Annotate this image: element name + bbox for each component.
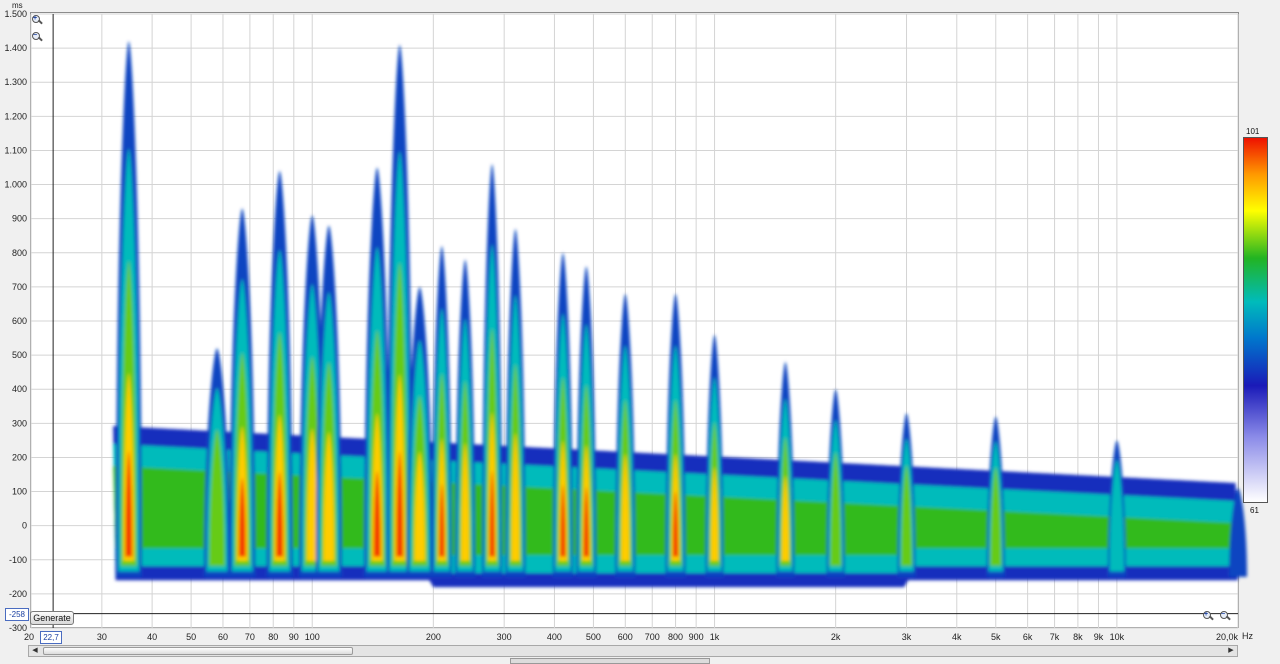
x-tick-label: 20,0k xyxy=(1216,632,1239,642)
y-tick-label: 1.500 xyxy=(4,9,27,19)
y-tick-label: 700 xyxy=(12,282,27,292)
x-tick-label: 1k xyxy=(710,632,720,642)
x-tick-label: 500 xyxy=(586,632,601,642)
x-axis-unit: Hz xyxy=(1242,631,1253,641)
ridge xyxy=(266,170,293,577)
x-tick-label: 10k xyxy=(1110,632,1125,642)
zoom-out-icon[interactable]: − xyxy=(31,31,43,45)
scroll-right-icon[interactable]: ▶ xyxy=(1225,646,1237,656)
scrollbar-thumb[interactable] xyxy=(43,647,353,655)
ridge xyxy=(705,334,724,577)
y-tick-label: -200 xyxy=(9,589,27,599)
x-tick-label: 7k xyxy=(1050,632,1060,642)
ridge xyxy=(482,164,503,577)
y-tick-label: 600 xyxy=(12,316,27,326)
color-scale-max-label: 101 xyxy=(1246,127,1260,136)
x-tick-label: 6k xyxy=(1023,632,1033,642)
ridge xyxy=(204,348,231,577)
zoom-out-icon[interactable]: − xyxy=(1219,610,1231,624)
x-tick-label: 8k xyxy=(1073,632,1083,642)
y-tick-label: 800 xyxy=(12,248,27,258)
heatmap-layer xyxy=(113,41,1247,588)
x-tick-label: 300 xyxy=(497,632,512,642)
vertical-zoom-controls: + − xyxy=(31,14,45,48)
x-tick-label: 100 xyxy=(305,632,320,642)
y-tick-label: -100 xyxy=(9,555,27,565)
ridge xyxy=(897,413,916,577)
x-tick-label: 4k xyxy=(952,632,962,642)
x-tick-label: 700 xyxy=(645,632,660,642)
y-tick-label: 500 xyxy=(12,350,27,360)
zoom-in-icon[interactable]: + xyxy=(1202,610,1214,624)
ridge xyxy=(552,252,573,577)
color-scale-bar xyxy=(1243,137,1268,503)
bottom-splitter-handle[interactable] xyxy=(510,658,710,664)
x-tick-label: 400 xyxy=(547,632,562,642)
ridge xyxy=(431,245,452,577)
x-tick-label: 3k xyxy=(902,632,912,642)
y-tick-label: 100 xyxy=(12,487,27,497)
x-tick-label: 90 xyxy=(289,632,299,642)
x-tick-label: 40 xyxy=(147,632,157,642)
ridge xyxy=(455,259,476,577)
horizontal-zoom-controls: + − xyxy=(1202,610,1236,624)
x-tick-label: 5k xyxy=(991,632,1001,642)
x-tick-label: 20 xyxy=(24,632,34,642)
x-tick-label: 70 xyxy=(245,632,255,642)
spectrogram-chart: 1.5001.4001.3001.2001.1001.0009008007006… xyxy=(4,9,1247,642)
y-min-input[interactable]: -258 xyxy=(5,608,29,621)
x-tick-label: 50 xyxy=(186,632,196,642)
ridge xyxy=(615,293,636,577)
ridge xyxy=(229,208,256,577)
x-tick-label: 200 xyxy=(426,632,441,642)
y-tick-label: 200 xyxy=(12,452,27,462)
ridge xyxy=(986,416,1005,577)
y-tick-label: 1.300 xyxy=(4,77,27,87)
y-axis-unit: ms xyxy=(12,1,23,10)
y-tick-label: 1.100 xyxy=(4,145,27,155)
x-min-input[interactable]: 22,7 xyxy=(40,631,62,644)
ridge xyxy=(776,361,795,577)
ridge xyxy=(826,389,845,577)
y-tick-label: 1.200 xyxy=(4,111,27,121)
y-tick-label: 300 xyxy=(12,418,27,428)
y-tick-label: 1.400 xyxy=(4,43,27,53)
x-tick-label: 30 xyxy=(97,632,107,642)
color-scale-min-label: 61 xyxy=(1250,506,1259,515)
x-tick-label: 800 xyxy=(668,632,683,642)
x-tick-label: 600 xyxy=(618,632,633,642)
ridge xyxy=(315,225,342,577)
x-tick-label: 9k xyxy=(1094,632,1104,642)
ridge xyxy=(505,228,526,577)
generate-button[interactable]: Generate xyxy=(30,611,74,625)
x-tick-label: 60 xyxy=(218,632,228,642)
y-tick-label: 1.000 xyxy=(4,180,27,190)
x-tick-label: 2k xyxy=(831,632,841,642)
ridge xyxy=(1107,440,1126,577)
y-tick-label: 0 xyxy=(22,521,27,531)
horizontal-scrollbar[interactable]: ◀ ▶ xyxy=(28,645,1238,657)
zoom-in-icon[interactable]: + xyxy=(31,14,43,28)
y-tick-label: 400 xyxy=(12,384,27,394)
x-tick-label: 900 xyxy=(689,632,704,642)
scroll-left-icon[interactable]: ◀ xyxy=(29,646,41,656)
x-tick-label: 80 xyxy=(268,632,278,642)
ridge xyxy=(665,293,686,577)
ridge xyxy=(364,167,391,577)
ridge xyxy=(115,41,142,577)
y-tick-label: 900 xyxy=(12,214,27,224)
